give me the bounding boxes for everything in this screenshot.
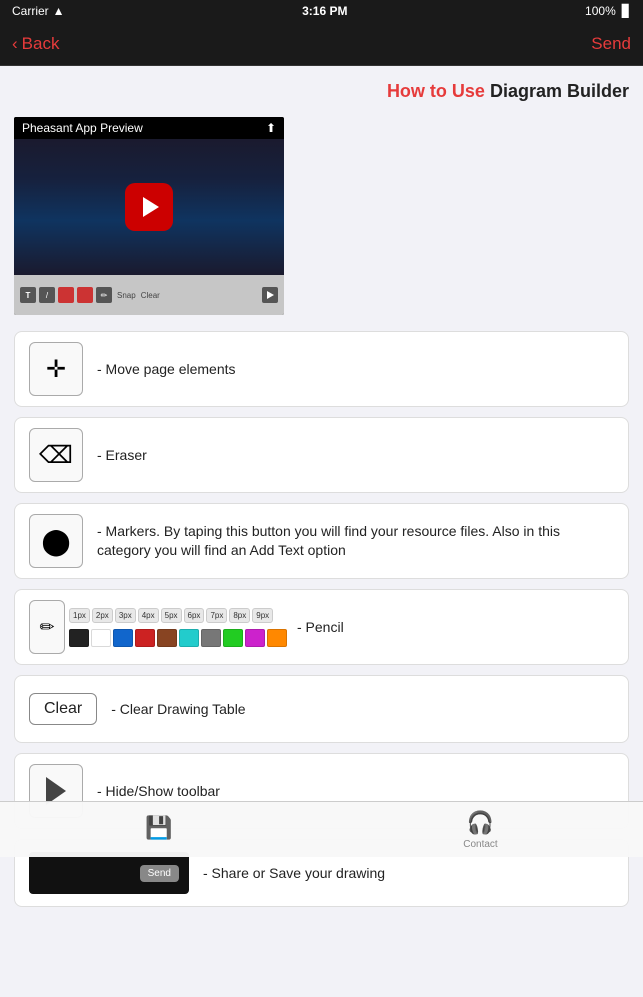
tab-save[interactable]: 💾: [145, 815, 172, 844]
feature-row-eraser: ⌫ - Eraser: [14, 417, 629, 493]
pencil-icon-and-sizes: ✏ 1px2px3px4px5px6px7px8px9px: [29, 600, 287, 654]
move-icon-box: ✛: [29, 342, 83, 396]
nav-bar: ‹ Back Send: [0, 22, 643, 66]
toolbar-snap-label: Snap: [117, 291, 136, 300]
feature-row-move: ✛ - Move page elements: [14, 331, 629, 407]
toolbar-clear-label: Clear: [141, 291, 160, 300]
color-swatch[interactable]: [179, 629, 199, 647]
save-icon: 💾: [145, 815, 172, 841]
send-button[interactable]: Send: [591, 34, 631, 54]
pencil-sizes-colors: 1px2px3px4px5px6px7px8px9px: [69, 608, 287, 647]
feature-row-clear: Clear - Clear Drawing Table: [14, 675, 629, 743]
feature-row-pencil: ✏ 1px2px3px4px5px6px7px8px9px - Pencil: [14, 589, 629, 665]
color-swatch[interactable]: [267, 629, 287, 647]
feature-row-markers: ⬤ - Markers. By taping this button you w…: [14, 503, 629, 579]
eraser-icon-box: ⌫: [29, 428, 83, 482]
color-swatch[interactable]: [135, 629, 155, 647]
send-preview-box: Send: [29, 852, 189, 894]
pencil-size-btn[interactable]: 3px: [115, 608, 136, 623]
status-bar: Carrier ▲ 3:16 PM 100% ▊: [0, 0, 643, 22]
back-button[interactable]: ‹ Back: [12, 34, 59, 54]
pencil-color-swatches: [69, 629, 287, 647]
page-title-diagrambuilder: Diagram Builder: [485, 81, 629, 101]
share-feature-text: - Share or Save your drawing: [203, 864, 385, 884]
page-title: How to Use Diagram Builder: [14, 80, 629, 103]
pencil-size-btn[interactable]: 4px: [138, 608, 159, 623]
send-mini-label: Send: [140, 865, 179, 882]
pencil-size-buttons: 1px2px3px4px5px6px7px8px9px: [69, 608, 287, 623]
battery-icon: ▊: [622, 4, 631, 18]
video-thumbnail[interactable]: Pheasant App Preview ⬆ T / ✏ Snap Clear: [14, 117, 284, 315]
pencil-size-btn[interactable]: 7px: [206, 608, 227, 623]
pencil-icon-box: ✏: [29, 600, 65, 654]
content-area: How to Use Diagram Builder Pheasant App …: [0, 66, 643, 997]
toolbar-pen-btn: ✏: [96, 287, 112, 303]
battery-label: 100%: [585, 4, 616, 18]
move-feature-text: - Move page elements: [97, 360, 236, 380]
pencil-size-btn[interactable]: 2px: [92, 608, 113, 623]
share-icon: ⬆: [266, 121, 276, 135]
eraser-icon: ⌫: [39, 441, 73, 470]
video-title-text: Pheasant App Preview: [22, 121, 143, 135]
back-label: Back: [22, 34, 60, 54]
video-background: [14, 139, 284, 275]
right-status: 100% ▊: [585, 4, 631, 18]
toolbar-red2-btn: [77, 287, 93, 303]
pencil-tool-area: ✏ 1px2px3px4px5px6px7px8px9px: [29, 600, 287, 654]
tab-contact[interactable]: 🎧 Contact: [463, 810, 497, 850]
eraser-feature-text: - Eraser: [97, 446, 147, 466]
tab-contact-label: Contact: [463, 839, 497, 850]
pencil-size-btn[interactable]: 9px: [252, 608, 273, 623]
hide-toolbar-feature-text: - Hide/Show toolbar: [97, 782, 220, 802]
pencil-feature-text: - Pencil: [297, 618, 344, 638]
carrier-label: Carrier ▲: [12, 4, 65, 18]
video-title-bar: Pheasant App Preview ⬆: [14, 117, 284, 139]
color-swatch[interactable]: [91, 629, 111, 647]
carrier-text: Carrier: [12, 4, 49, 18]
toolbar-text-btn: T: [20, 287, 36, 303]
pencil-size-btn[interactable]: 1px: [69, 608, 90, 623]
video-toolbar-preview: T / ✏ Snap Clear: [14, 275, 284, 315]
page-title-howto: How to Use: [387, 81, 485, 101]
tab-bar: 💾 🎧 Contact: [0, 801, 643, 857]
contact-icon: 🎧: [467, 810, 494, 836]
pencil-size-btn[interactable]: 5px: [161, 608, 182, 623]
pencil-icon: ✏: [39, 617, 54, 638]
color-swatch[interactable]: [223, 629, 243, 647]
color-swatch[interactable]: [69, 629, 89, 647]
wifi-icon: ▲: [53, 4, 65, 18]
toolbar-red-btn: [58, 287, 74, 303]
pencil-size-btn[interactable]: 8px: [229, 608, 250, 623]
markers-feature-text: - Markers. By taping this button you wil…: [97, 522, 614, 561]
time-display: 3:16 PM: [302, 4, 347, 18]
toolbar-slash-btn: /: [39, 287, 55, 303]
color-swatch[interactable]: [201, 629, 221, 647]
markers-icon-box: ⬤: [29, 514, 83, 568]
move-icon: ✛: [46, 355, 66, 384]
color-swatch[interactable]: [113, 629, 133, 647]
clear-feature-text: - Clear Drawing Table: [111, 700, 245, 720]
pencil-size-btn[interactable]: 6px: [184, 608, 205, 623]
play-triangle-icon: [143, 197, 159, 217]
clear-drawing-button[interactable]: Clear: [29, 693, 97, 725]
color-swatch[interactable]: [157, 629, 177, 647]
markers-icon: ⬤: [41, 526, 70, 557]
color-swatch[interactable]: [245, 629, 265, 647]
play-button[interactable]: [125, 183, 173, 231]
back-chevron-icon: ‹: [12, 34, 18, 54]
toolbar-arrow-btn: [262, 287, 278, 303]
